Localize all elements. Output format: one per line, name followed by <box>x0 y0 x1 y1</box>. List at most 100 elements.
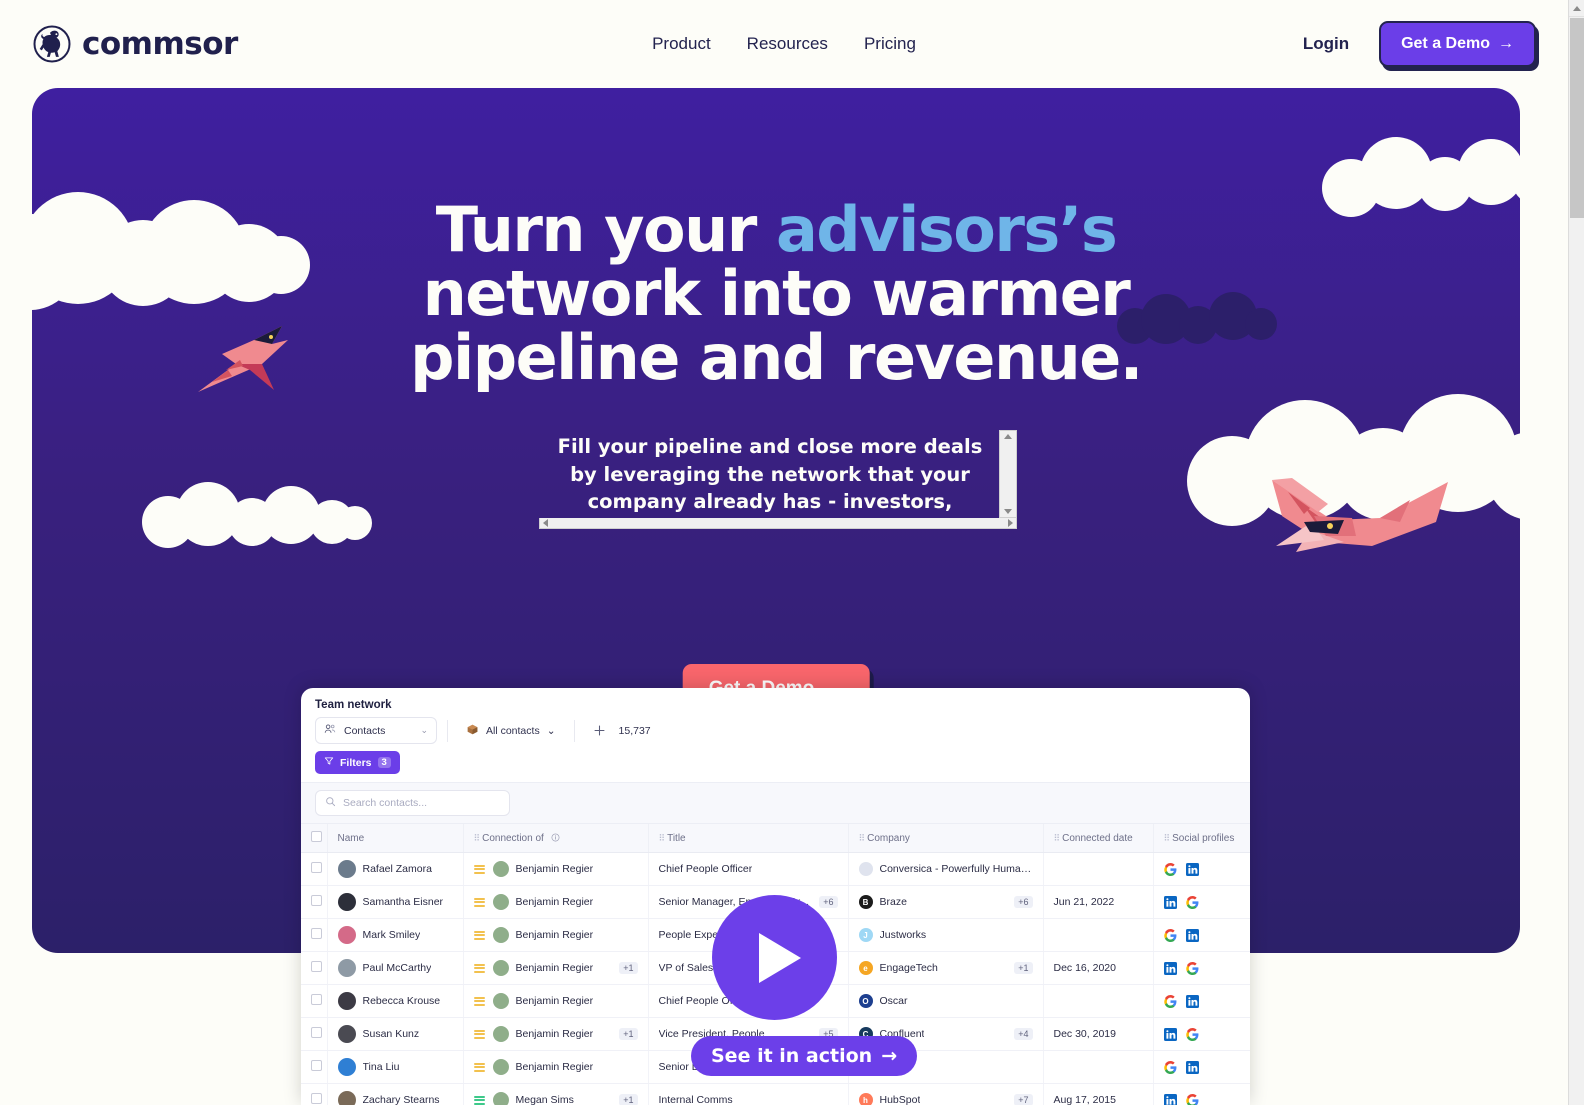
cell-name: Rebecca Krouse <box>327 984 464 1018</box>
cell-connection-of: Benjamin Regier <box>463 885 649 919</box>
row-select-cell[interactable] <box>301 918 328 952</box>
row-checkbox[interactable] <box>311 1093 322 1104</box>
login-link[interactable]: Login <box>1303 34 1349 54</box>
cell-connected-date <box>1043 1050 1154 1084</box>
row-select-cell[interactable] <box>301 885 328 919</box>
contact-name: Zachary Stearns <box>362 1094 440 1105</box>
row-checkbox[interactable] <box>311 994 322 1005</box>
scroll-up-arrow-icon[interactable] <box>1004 434 1012 439</box>
box-icon <box>466 723 479 739</box>
cell-social-profiles <box>1153 1017 1250 1051</box>
brand-logo[interactable]: commsor <box>32 23 238 65</box>
avatar <box>337 893 356 911</box>
google-icon <box>1185 1093 1198 1105</box>
see-it-in-action-button[interactable]: See it in action → <box>691 1036 918 1076</box>
nav-link-product[interactable]: Product <box>652 34 711 54</box>
company-name: Conversica - Powerfully Human... <box>879 863 1033 875</box>
contact-name: Rebecca Krouse <box>362 995 441 1007</box>
contact-name: Paul McCarthy <box>362 962 432 974</box>
row-select-cell[interactable] <box>301 1017 328 1051</box>
avatar <box>492 1092 509 1105</box>
chevron-down-icon: ⌄ <box>546 724 556 737</box>
cell-name: Samantha Eisner <box>327 885 464 919</box>
drag-handle-icon[interactable]: ⠿ <box>474 833 481 843</box>
select-all-header[interactable] <box>301 824 328 853</box>
linkedin-icon <box>1163 1093 1177 1105</box>
row-checkbox[interactable] <box>311 928 322 939</box>
cell-name: Paul McCarthy <box>327 951 464 985</box>
subtitle-vertical-scrollbar[interactable] <box>999 430 1017 519</box>
row-select-cell[interactable] <box>301 984 328 1018</box>
row-select-cell[interactable] <box>301 951 328 985</box>
cell-name: Mark Smiley <box>327 918 464 952</box>
entity-select-label: Contacts <box>344 724 386 737</box>
hero-headline-accent: advisors’s <box>775 193 1118 266</box>
drag-handle-icon[interactable]: ⠿ <box>1054 833 1061 843</box>
avatar <box>492 1026 509 1042</box>
scroll-down-arrow-icon[interactable] <box>1004 509 1012 515</box>
avatar <box>337 1025 356 1043</box>
table-row[interactable]: Zachary Stearns Megan Sims +1 Internal Comm… <box>301 1083 1250 1105</box>
row-select-cell[interactable] <box>301 852 328 886</box>
filters-button[interactable]: Filters 3 <box>315 751 400 774</box>
play-video-button[interactable] <box>712 895 837 1020</box>
company-logo-icon: O <box>858 994 873 1008</box>
contact-title: Chief People Officer <box>658 863 753 875</box>
nav-right-actions: Login Get a Demo → <box>1303 21 1536 67</box>
get-a-demo-button-nav[interactable]: Get a Demo → <box>1379 21 1536 67</box>
company-logo-icon: e <box>858 961 873 975</box>
entity-select-contacts[interactable]: Contacts ⌄ <box>315 717 437 744</box>
avatar <box>337 959 356 977</box>
scroll-right-arrow-icon[interactable] <box>1008 519 1013 528</box>
linkedin-icon <box>1185 862 1199 876</box>
drag-handle-icon[interactable]: ⠿ <box>859 833 866 843</box>
row-checkbox[interactable] <box>311 1060 322 1071</box>
cell-company: B Braze +6 <box>848 885 1044 919</box>
column-header-connected-date[interactable]: ⠿ Connected date <box>1043 824 1154 853</box>
page-scroll-thumb[interactable] <box>1570 18 1584 218</box>
nav-link-resources[interactable]: Resources <box>747 34 828 54</box>
connected-date: Dec 30, 2019 <box>1053 1028 1116 1040</box>
connected-date: Jun 21, 2022 <box>1053 896 1115 908</box>
column-header-social-profiles[interactable]: ⠿ Social profiles <box>1153 824 1250 853</box>
row-select-cell[interactable] <box>301 1050 328 1084</box>
table-header-row: Name ⠿ Connection of ⠿ Title ⠿ Company ⠿ Con… <box>301 824 1250 853</box>
row-checkbox[interactable] <box>311 862 322 873</box>
connection-extra-badge: +1 <box>619 1094 638 1105</box>
cell-social-profiles <box>1153 984 1250 1018</box>
contact-name: Tina Liu <box>362 1061 400 1073</box>
table-row[interactable]: Rafael Zamora Benjamin Regier Chief People… <box>301 852 1250 886</box>
nav-link-pricing[interactable]: Pricing <box>864 34 916 54</box>
row-checkbox[interactable] <box>311 961 322 972</box>
see-it-in-action-label: See it in action <box>711 1045 873 1067</box>
cell-social-profiles <box>1153 885 1250 919</box>
play-icon <box>758 932 801 983</box>
add-view-button[interactable] <box>589 720 611 742</box>
page-scrollbar[interactable] <box>1568 0 1584 1105</box>
company-extra-badge: +7 <box>1014 1094 1033 1105</box>
arrow-right-icon: → <box>1498 35 1514 52</box>
select-all-checkbox[interactable] <box>311 831 322 842</box>
column-header-connection-of[interactable]: ⠿ Connection of <box>463 824 649 853</box>
drag-handle-icon[interactable]: ⠿ <box>659 833 666 843</box>
row-checkbox[interactable] <box>311 1027 322 1038</box>
column-header-title[interactable]: ⠿ Title <box>648 824 849 853</box>
scroll-left-arrow-icon[interactable] <box>543 519 548 528</box>
connection-name: Benjamin Regier <box>515 1061 594 1073</box>
column-header-name[interactable]: Name <box>327 824 464 853</box>
hero-subtitle-scrollbox[interactable]: Fill your pipeline and close more deals … <box>539 430 1017 529</box>
row-checkbox[interactable] <box>311 895 322 906</box>
column-header-company[interactable]: ⠿ Company <box>848 824 1044 853</box>
subtitle-horizontal-scrollbar[interactable] <box>539 518 1017 529</box>
view-select-all-contacts[interactable]: All contacts ⌄ <box>458 717 564 744</box>
search-contacts-input[interactable]: Search contacts... <box>315 790 510 816</box>
row-select-cell[interactable] <box>301 1083 328 1105</box>
linkedin-icon <box>1185 1060 1199 1074</box>
page-scroll-up-arrow-icon[interactable] <box>1569 0 1584 17</box>
connected-date: Aug 17, 2015 <box>1053 1094 1116 1105</box>
cell-name: Tina Liu <box>327 1050 464 1084</box>
drag-handle-icon[interactable]: ⠿ <box>1164 833 1171 843</box>
avatar <box>492 861 509 877</box>
info-icon[interactable] <box>551 833 560 844</box>
connection-extra-badge: +1 <box>619 1028 638 1040</box>
